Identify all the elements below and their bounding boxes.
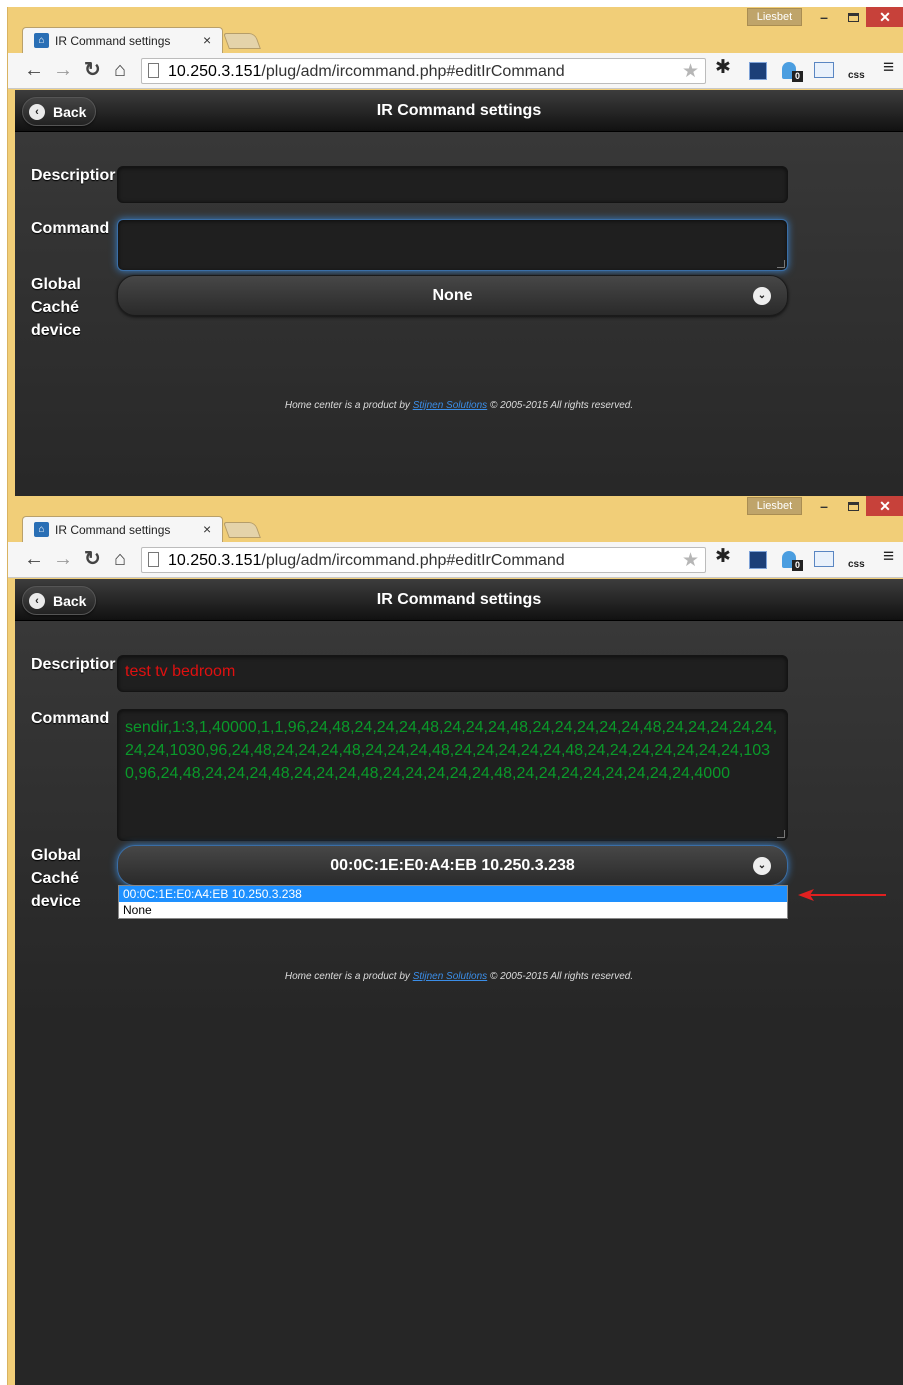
ghostery-icon[interactable]: 0 — [782, 62, 803, 82]
dropdown-option[interactable]: 00:0C:1E:E0:A4:EB 10.250.3.238 — [119, 886, 787, 902]
browser-tab[interactable]: ⌂ IR Command settings × — [22, 516, 223, 542]
command-label: Command — [31, 220, 110, 237]
close-window-button[interactable]: ✕ — [866, 496, 903, 516]
command-value: sendir,1:3,1,40000,1,1,96,24,48,24,24,24… — [125, 719, 778, 782]
new-tab-button[interactable] — [223, 522, 261, 538]
close-window-button[interactable]: ✕ — [866, 7, 903, 27]
page-icon — [148, 552, 159, 567]
description-value: test tv bedroom — [125, 663, 236, 680]
browser-toolbar: ← → ↻ ⌂ 10.250.3.151/plug/adm/ircommand.… — [8, 53, 903, 89]
address-bar[interactable]: 10.250.3.151/plug/adm/ircommand.php#edit… — [141, 58, 706, 84]
css-extension-icon[interactable]: css — [848, 67, 865, 85]
footer-text: Home center is a product by Stijnen Solu… — [284, 971, 634, 982]
form-area: Descriptior test tv bedroom Command send… — [15, 621, 903, 1385]
device-select[interactable]: 00:0C:1E:E0:A4:EB 10.250.3.238 ⌄ — [117, 845, 788, 886]
description-input[interactable] — [117, 166, 788, 203]
footer-text: Home center is a product by Stijnen Solu… — [284, 400, 634, 411]
command-textarea[interactable] — [117, 219, 788, 271]
tab-close-icon[interactable]: × — [203, 521, 211, 537]
profile-button[interactable]: Liesbet — [747, 497, 802, 515]
resize-grip-icon[interactable] — [777, 260, 785, 268]
address-bar[interactable]: 10.250.3.151/plug/adm/ircommand.php#edit… — [141, 547, 706, 573]
tab-close-icon[interactable]: × — [203, 32, 211, 48]
page-content-1: ‹ Back IR Command settings Descriptior C… — [15, 90, 903, 497]
footer-link[interactable]: Stijnen Solutions — [413, 971, 488, 982]
css-extension-icon[interactable]: css — [848, 556, 865, 574]
ghostery-icon[interactable]: 0 — [782, 551, 803, 571]
home-icon[interactable]: ⌂ — [114, 59, 126, 81]
url-text: 10.250.3.151/plug/adm/ircommand.php#edit… — [168, 552, 565, 569]
minimize-button[interactable]: – — [810, 496, 838, 516]
device-select[interactable]: None ⌄ — [117, 275, 788, 316]
command-label: Command — [31, 710, 110, 727]
page-header: ‹ Back IR Command settings — [15, 579, 903, 621]
menu-icon[interactable]: ≡ — [883, 58, 894, 77]
gear-icon[interactable]: ✱ — [715, 58, 731, 77]
extension-puzzle-icon[interactable] — [749, 62, 767, 80]
description-input[interactable]: test tv bedroom — [117, 655, 788, 692]
bookmark-star-icon[interactable]: ★ — [682, 549, 699, 572]
minimize-button[interactable]: – — [810, 7, 838, 27]
page-title: IR Command settings — [376, 102, 542, 119]
maximize-icon — [847, 502, 859, 511]
menu-icon[interactable]: ≡ — [883, 547, 894, 566]
maximize-button[interactable] — [839, 496, 867, 516]
device-label: Global Caché device — [31, 847, 81, 910]
resize-grip-icon[interactable] — [777, 830, 785, 838]
url-text: 10.250.3.151/plug/adm/ircommand.php#edit… — [168, 63, 565, 80]
tab-title: IR Command settings — [55, 523, 171, 537]
gear-icon[interactable]: ✱ — [715, 547, 731, 566]
maximize-button[interactable] — [839, 7, 867, 27]
forward-arrow-icon[interactable]: → — [53, 59, 73, 81]
new-tab-button[interactable] — [223, 33, 261, 49]
forward-arrow-icon[interactable]: → — [53, 548, 73, 570]
device-select-value: None — [432, 287, 473, 304]
description-label: Descriptior — [31, 167, 116, 184]
dropdown-option[interactable]: None — [119, 902, 787, 918]
footer-link[interactable]: Stijnen Solutions — [413, 400, 488, 411]
extension-puzzle-icon[interactable] — [749, 551, 767, 569]
tab-title: IR Command settings — [55, 34, 171, 48]
extension-badge: 0 — [792, 71, 803, 82]
home-favicon-icon: ⌂ — [34, 522, 49, 537]
chevron-down-icon: ⌄ — [753, 287, 771, 305]
device-select-value: 00:0C:1E:E0:A4:EB 10.250.3.238 — [330, 857, 575, 874]
form-area: Descriptior Command Global Caché device … — [15, 132, 903, 497]
home-favicon-icon: ⌂ — [34, 33, 49, 48]
browser-toolbar: ← → ↻ ⌂ 10.250.3.151/plug/adm/ircommand.… — [8, 542, 903, 578]
description-label: Descriptior — [31, 656, 116, 673]
browser-tab[interactable]: ⌂ IR Command settings × — [22, 27, 223, 53]
reload-icon[interactable]: ↻ — [84, 548, 101, 570]
extension-badge: 0 — [792, 560, 803, 571]
back-arrow-icon[interactable]: ← — [24, 548, 44, 570]
page-header: ‹ Back IR Command settings — [15, 90, 903, 132]
page-icon — [148, 63, 159, 78]
home-icon[interactable]: ⌂ — [114, 548, 126, 570]
image-extension-icon[interactable] — [814, 62, 834, 78]
chevron-down-icon: ⌄ — [753, 857, 771, 875]
page-title: IR Command settings — [376, 591, 542, 608]
red-arrow-icon — [798, 889, 886, 901]
command-textarea[interactable]: sendir,1:3,1,40000,1,1,96,24,48,24,24,24… — [117, 709, 788, 841]
bookmark-star-icon[interactable]: ★ — [682, 60, 699, 83]
device-label: Global Caché device — [31, 276, 81, 339]
page-content-2: ‹ Back IR Command settings Descriptior t… — [15, 579, 903, 1385]
image-extension-icon[interactable] — [814, 551, 834, 567]
device-dropdown-list: 00:0C:1E:E0:A4:EB 10.250.3.238 None — [118, 885, 788, 919]
reload-icon[interactable]: ↻ — [84, 59, 101, 81]
profile-button[interactable]: Liesbet — [747, 8, 802, 26]
back-arrow-icon[interactable]: ← — [24, 59, 44, 81]
maximize-icon — [847, 13, 859, 22]
